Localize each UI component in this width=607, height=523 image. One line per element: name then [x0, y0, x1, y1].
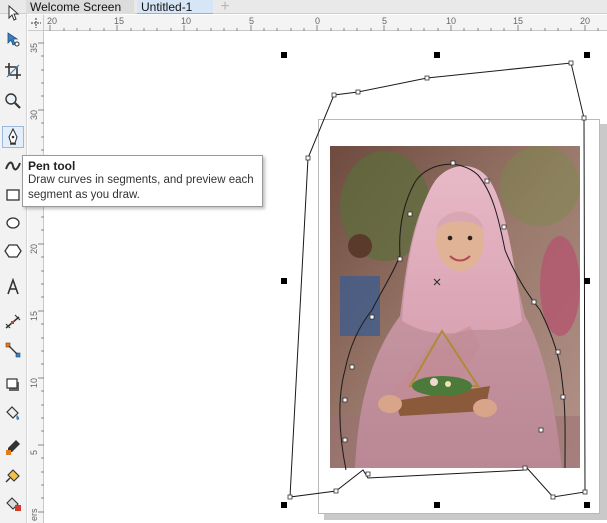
color-eyedropper-tool-icon: [6, 440, 20, 455]
ruler-top-label: 15: [114, 16, 125, 26]
toolbox: [0, 4, 27, 523]
vertical-ruler[interactable]: 35 30 25 20 15 10 5 ers: [28, 31, 44, 523]
ruler-left-label: 10: [29, 377, 39, 388]
ruler-top-label: 0: [315, 16, 321, 26]
ruler-origin-corner[interactable]: [28, 15, 44, 31]
ruler-left-label: 20: [29, 243, 39, 254]
transparency-tool-icon: [6, 406, 20, 420]
zoom-tool-icon: [5, 93, 21, 109]
crop-tool[interactable]: [2, 60, 24, 82]
ruler-top-label: 10: [446, 16, 457, 26]
ruler-left-label: 5: [29, 449, 39, 455]
ellipse-tool[interactable]: [2, 212, 24, 234]
parallel-dimension-tool[interactable]: [2, 311, 24, 333]
tooltip-body-line-2: segment as you draw.: [28, 189, 140, 201]
ruler-top-label: 5: [382, 16, 388, 26]
polygon-tool-icon: [4, 244, 22, 258]
ruler-units-label: ers: [29, 508, 39, 521]
tooltip-body-line-1: Draw curves in segments, and preview eac…: [28, 174, 254, 186]
rectangle-tool-icon: [6, 189, 20, 201]
connector-tool-icon: [5, 342, 21, 358]
ruler-top-label: 10: [181, 16, 192, 26]
shape-tool-icon: [7, 32, 20, 47]
pick-tool[interactable]: [2, 2, 24, 24]
drop-shadow-tool[interactable]: [2, 374, 24, 396]
smart-fill-tool-icon: [6, 497, 21, 511]
ruler-origin-icon: [31, 18, 41, 28]
placed-photo[interactable]: [330, 146, 580, 468]
interactive-fill-tool-icon: [5, 469, 20, 483]
ellipse-tool-icon: [6, 217, 20, 229]
text-tool-icon: [7, 278, 19, 295]
ruler-left-label: 15: [29, 310, 39, 321]
ruler-top-label: 15: [513, 16, 524, 26]
text-tool[interactable]: [2, 276, 24, 298]
drop-shadow-tool-icon: [6, 378, 19, 391]
shape-tool[interactable]: [2, 28, 24, 50]
pen-tool-tooltip: Pen tool Draw curves in segments, and pr…: [22, 155, 263, 207]
zoom-tool[interactable]: [2, 90, 24, 112]
tooltip-title: Pen tool: [28, 159, 76, 173]
pen-tool-icon: [8, 128, 18, 145]
tab-untitled-1[interactable]: Untitled-1: [137, 0, 213, 14]
add-tab-button[interactable]: +: [218, 0, 232, 15]
tab-welcome-screen[interactable]: Welcome Screen: [26, 0, 134, 14]
artistic-media-tool-icon: [5, 161, 21, 171]
transparency-tool[interactable]: [2, 402, 24, 424]
artistic-media-tool[interactable]: [2, 155, 24, 177]
pen-tool[interactable]: [2, 126, 24, 148]
rectangle-tool[interactable]: [2, 184, 24, 206]
smart-fill-tool[interactable]: [2, 492, 24, 514]
pick-tool-icon: [8, 4, 20, 21]
ruler-top-label: 20: [47, 16, 58, 26]
ruler-top-label: 20: [580, 16, 591, 26]
ruler-left-label: 30: [29, 109, 39, 120]
document-tab-bar: Welcome Screen Untitled-1 +: [0, 0, 607, 15]
horizontal-ruler[interactable]: 20 15 10 5 0 5 10 15 20: [44, 15, 607, 31]
polygon-tool[interactable]: [2, 240, 24, 262]
connector-tool[interactable]: [2, 339, 24, 361]
interactive-fill-tool[interactable]: [2, 464, 24, 486]
ruler-left-label: 35: [29, 42, 39, 53]
color-eyedropper-tool[interactable]: [2, 436, 24, 458]
crop-tool-icon: [5, 63, 21, 79]
ruler-top-label: 5: [249, 16, 255, 26]
parallel-dimension-tool-icon: [5, 314, 21, 329]
photo-content: [330, 146, 580, 468]
